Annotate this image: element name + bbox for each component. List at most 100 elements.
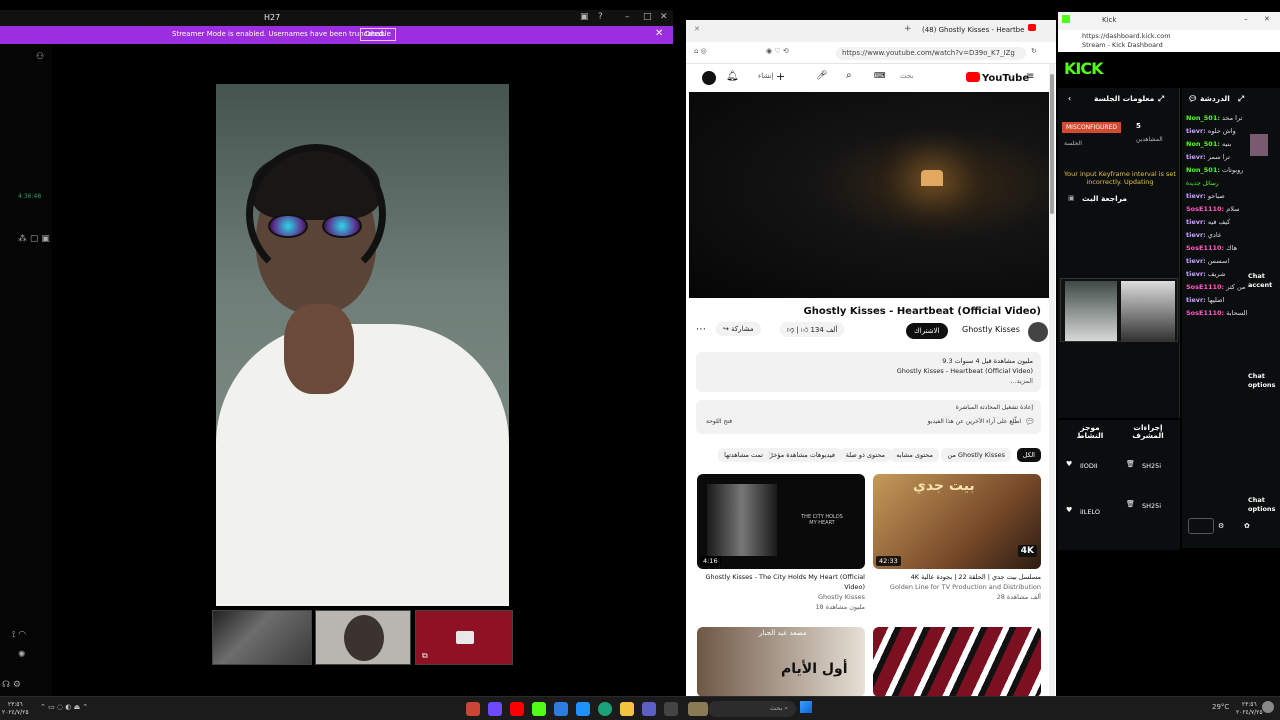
minimize-icon[interactable]: – [1244,15,1248,23]
user-avatar[interactable] [1250,134,1268,156]
chat-message[interactable]: tievr: ترا سمر [1186,151,1246,164]
reading-list-icon[interactable]: ⌂ ◎ [694,47,707,55]
expand-icon[interactable]: ⤢ [1238,94,1244,104]
noise-icon[interactable]: ✺ [18,650,26,660]
store-icon[interactable] [576,702,590,716]
widget-icon[interactable] [688,702,708,716]
recommendation-info[interactable]: 4K مسلسل بيت جدي | الحلقة 22 | بجودة عال… [873,572,1041,602]
chip-watched[interactable]: تمت مشاهدتها [718,448,769,462]
url-field[interactable]: https://www.youtube.com/watch?v=D39o_K7_… [836,47,1026,60]
chat-message[interactable]: tievr: اسسس [1186,255,1246,268]
chip-related[interactable]: محتوى ذو صلة [839,448,891,462]
kick-address-bar[interactable]: https://dashboard.kick.com Stream - Kick… [1058,30,1280,52]
description-box[interactable]: 9.3 مليون مشاهدة قبل 4 سنوات Ghostly Kis… [696,352,1041,392]
popout-icon[interactable]: ⧉ [226,586,232,596]
refresh-icon[interactable]: ↻ [1031,47,1037,55]
activity-user[interactable]: IlODII [1080,462,1098,470]
back-icon[interactable]: ‹ [1068,94,1071,103]
chat-message[interactable]: Non_501: روبوتات [1186,164,1246,177]
profile-icons[interactable]: ◉ ♡ ⟲ [766,47,789,55]
recommendation-thumbnail[interactable]: مصعد عبد الجبار أول الأيام [697,627,865,697]
mic-icon[interactable]: ⟟ ◠ [12,630,26,640]
help-icon[interactable]: ? [598,12,603,22]
maximize-icon[interactable]: □ [643,12,652,22]
recommendation-thumbnail[interactable] [873,627,1041,697]
chip-all[interactable]: الكل [1016,448,1041,462]
open-panel-button[interactable]: فتح اللوحة [706,418,732,425]
new-tab-icon[interactable]: + [904,24,912,34]
chat-message[interactable]: SosE1110: السحابة [1186,307,1247,320]
app-icon[interactable] [466,702,480,716]
app-icon[interactable] [664,702,678,716]
share-button[interactable]: ↪ مشاركة [716,322,761,336]
close-icon[interactable]: ✕ [1264,15,1270,23]
like-dislike-button[interactable]: 👎︎ | 👍︎ 134 ألف [780,322,845,337]
taskbar-clock[interactable]: ٢٣:٥٦ ٢٠٢٤/٧/٢٥ [1236,701,1263,717]
participant-thumb-screen[interactable] [212,610,312,665]
participant-thumb-avatar[interactable] [315,610,411,665]
popout-icon[interactable]: ⧉ [422,651,428,661]
scrollbar-thumb[interactable] [1050,74,1054,214]
browser-tab[interactable]: (48) Ghostly Kisses - Heartbe [922,26,1024,34]
channel-name[interactable]: Ghostly Kisses [962,325,1020,334]
tray-icons[interactable]: ⌃ ▭ ◌ ◐ ⏏ ⌃ [40,703,88,711]
profile-icon[interactable] [1262,701,1274,713]
participant-thumb-camera-off[interactable]: ⧉ [415,610,513,665]
chat-message[interactable]: tievr: اصليها [1186,294,1246,307]
keyboard-icon[interactable]: ⌨ [874,71,886,80]
chat-message[interactable]: tievr: عادي [1186,229,1246,242]
teams-icon[interactable] [642,702,656,716]
app-icon[interactable] [488,702,502,716]
expand-icon[interactable]: ⤢ [1158,94,1164,104]
kick-tab[interactable]: Kick [1102,16,1116,24]
mod-action-user[interactable]: SH25i [1142,462,1161,470]
activity-icons[interactable]: ⁂ ▢ ▣ [18,234,50,244]
chat-message[interactable]: SosE1110: هاك [1186,242,1246,255]
new-messages-divider[interactable]: رسائل جديدة [1186,177,1246,190]
close-icon[interactable]: ✕ [660,12,668,22]
file-explorer-icon[interactable] [620,702,634,716]
chat-message[interactable]: Non_501: بنيه [1186,138,1246,151]
youtube-logo[interactable]: YouTube [966,72,1029,84]
banner-close-icon[interactable]: ✕ [655,28,663,39]
screen-icon[interactable]: ▣ [580,12,589,22]
chat-message[interactable]: Non_501: ترا محد [1186,112,1246,125]
recommendation-thumbnail[interactable]: بيت جدي 4K 42:33 [873,474,1041,569]
voice-search-icon[interactable]: 🎤︎ [816,71,827,81]
chat-message[interactable]: tievr: واش حلوه [1186,125,1246,138]
weather-text[interactable]: 29°C [1212,703,1229,711]
trash-icon[interactable]: 🗑︎ [1126,500,1135,508]
chat-message[interactable]: tievr: كيف فيه [1186,216,1246,229]
create-icon[interactable]: + [776,70,785,83]
chat-message[interactable]: tievr: صباحو [1186,190,1246,203]
disable-streamer-button[interactable]: Disable [360,28,396,41]
windows-start-icon[interactable] [800,701,812,713]
taskbar-search[interactable]: بحث ⌕ [708,701,796,717]
menu-icon[interactable]: ≡ [1026,71,1034,82]
create-label[interactable]: إنشاء [758,72,774,80]
recommendation-thumbnail[interactable]: THE CITY HOLDS MY HEART 4:16 [697,474,865,569]
kick-logo[interactable]: KICK [1064,59,1103,78]
chat-message[interactable]: SosE1110: سلام [1186,203,1246,216]
settings-icon[interactable]: ☊ ⚙ [2,680,21,690]
close-window-icon[interactable]: ✕ [694,25,700,33]
notifications-icon[interactable]: 🔔︎ [726,71,739,82]
main-video-feed[interactable]: ⧉ [216,84,509,606]
settings-icon[interactable]: ⚙ [1218,522,1224,530]
account-avatar[interactable] [702,71,716,85]
chat-tool-button[interactable] [1188,518,1214,534]
add-friend-icon[interactable]: ⚇ [36,52,44,62]
search-icon[interactable]: ⌕ [846,70,852,81]
mod-action-user[interactable]: SH25i [1142,502,1161,510]
more-actions-icon[interactable]: ⋯ [696,324,706,335]
channel-avatar[interactable] [1028,322,1048,342]
chat-message[interactable]: SosE1110: من كثر [1186,281,1246,294]
chat-message[interactable]: tievr: شريف [1186,268,1246,281]
emote-icon[interactable]: ✿ [1244,522,1250,530]
edge-icon[interactable] [598,702,612,716]
recommendation-info[interactable]: Ghostly Kisses - The City Holds My Heart… [697,572,866,612]
minimize-icon[interactable]: – [625,12,630,22]
app-icon[interactable] [554,702,568,716]
show-more-link[interactable]: ...المزيد [704,376,1033,386]
trash-icon[interactable]: 🗑︎ [1126,460,1135,468]
